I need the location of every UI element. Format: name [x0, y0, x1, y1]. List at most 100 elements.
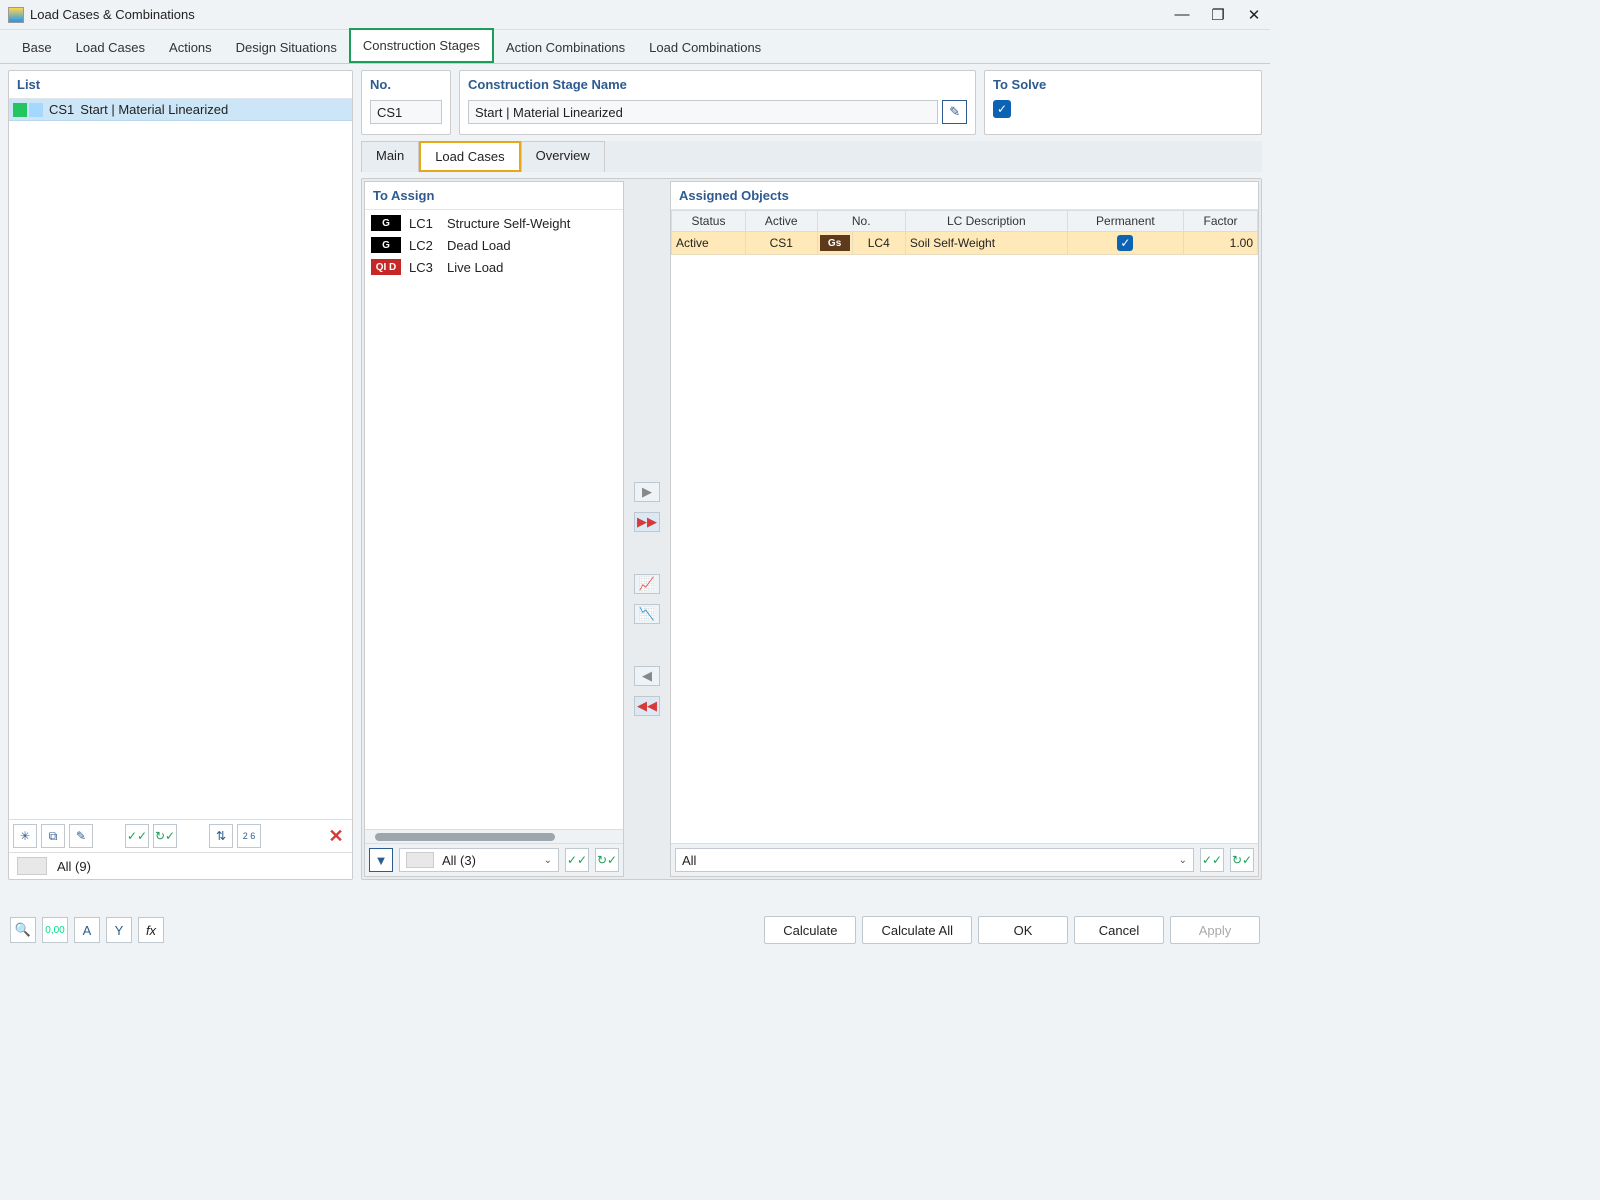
- assign-row[interactable]: QI D LC3 Live Load: [371, 256, 617, 278]
- main-tabbar: Base Load Cases Actions Design Situation…: [0, 30, 1270, 64]
- tab-load-combinations[interactable]: Load Combinations: [637, 32, 773, 63]
- new-button[interactable]: ✳: [13, 824, 37, 848]
- calculate-all-button[interactable]: Calculate All: [862, 916, 972, 944]
- list-item-name: Start | Material Linearized: [80, 102, 228, 117]
- delete-button[interactable]: ✕: [324, 824, 348, 848]
- check-all-button[interactable]: ✓✓: [125, 824, 149, 848]
- fx-icon[interactable]: fx: [138, 917, 164, 943]
- status-chip-green: [13, 103, 27, 117]
- edit-name-button[interactable]: ✎: [942, 100, 967, 124]
- lc-desc: Dead Load: [447, 238, 511, 253]
- assign-refresh[interactable]: ↻✓: [595, 848, 619, 872]
- subtab-main[interactable]: Main: [361, 141, 419, 172]
- list-panel: List CS1 Start | Material Linearized ✳ ⧉…: [8, 70, 353, 880]
- sort-button[interactable]: ⇅: [209, 824, 233, 848]
- solve-checkbox[interactable]: ✓: [993, 100, 1011, 118]
- assign-row[interactable]: G LC1 Structure Self-Weight: [371, 212, 617, 234]
- no-card: No.: [361, 70, 451, 135]
- lc-tag: G: [371, 215, 401, 231]
- tab-actions[interactable]: Actions: [157, 32, 224, 63]
- move-all-left-button[interactable]: ◀◀: [634, 696, 660, 716]
- name-label: Construction Stage Name: [468, 75, 967, 100]
- status-chip-blue: [29, 103, 43, 117]
- units-icon[interactable]: 0,00: [42, 917, 68, 943]
- move-all-right-button[interactable]: ▶▶: [634, 512, 660, 532]
- window-title: Load Cases & Combinations: [30, 7, 1174, 22]
- assign-filter-combo[interactable]: All (3) ⌄: [399, 848, 559, 872]
- list-item[interactable]: CS1 Start | Material Linearized: [9, 99, 352, 121]
- assigned-filter-bar: All⌄ ✓✓ ↻✓: [671, 843, 1258, 876]
- col-factor[interactable]: Factor: [1184, 211, 1258, 232]
- tab-action-combinations[interactable]: Action Combinations: [494, 32, 637, 63]
- filter-icon[interactable]: ▼: [369, 848, 393, 872]
- chart-up-icon[interactable]: 📈: [634, 574, 660, 594]
- move-left-button[interactable]: ◀: [634, 666, 660, 686]
- cell-no: LC4: [852, 232, 905, 255]
- col-active[interactable]: Active: [745, 211, 817, 232]
- lc-code: LC2: [409, 238, 439, 253]
- footer: 🔍 0,00 A Y fx Calculate Calculate All OK…: [0, 908, 1270, 952]
- lc-code: LC1: [409, 216, 439, 231]
- tab-construction-stages[interactable]: Construction Stages: [349, 28, 494, 63]
- assign-scrollbar[interactable]: [365, 829, 623, 843]
- col-permanent[interactable]: Permanent: [1067, 211, 1183, 232]
- filter-icon[interactable]: Y: [106, 917, 132, 943]
- chart-down-icon[interactable]: 📉: [634, 604, 660, 624]
- app-icon: [8, 7, 24, 23]
- assign-filter-bar: ▼ All (3) ⌄ ✓✓ ↻✓: [365, 843, 623, 876]
- tab-design-situations[interactable]: Design Situations: [224, 32, 349, 63]
- cell-permanent[interactable]: ✓: [1067, 232, 1183, 255]
- tab-load-cases[interactable]: Load Cases: [64, 32, 157, 63]
- cell-tag: Gs: [820, 235, 850, 251]
- list-toolbar: ✳ ⧉ ✎ ✓✓ ↻✓ ⇅ 2 6 ✕: [9, 819, 352, 852]
- col-no[interactable]: No.: [817, 211, 905, 232]
- no-input[interactable]: [370, 100, 442, 124]
- name-card: Construction Stage Name ✎: [459, 70, 976, 135]
- list-item-code: CS1: [49, 102, 74, 117]
- col-status[interactable]: Status: [672, 211, 746, 232]
- help-icon[interactable]: 🔍: [10, 917, 36, 943]
- cell-factor: 1.00: [1184, 232, 1258, 255]
- lc-tag: QI D: [371, 259, 401, 275]
- subtab-load-cases[interactable]: Load Cases: [419, 141, 520, 172]
- assigned-checkall[interactable]: ✓✓: [1200, 848, 1224, 872]
- no-label: No.: [370, 75, 442, 100]
- list-all-bar[interactable]: All (9): [9, 852, 352, 879]
- text-icon[interactable]: A: [74, 917, 100, 943]
- number-button[interactable]: 2 6: [237, 824, 261, 848]
- move-right-button[interactable]: ▶: [634, 482, 660, 502]
- list-body[interactable]: CS1 Start | Material Linearized: [9, 99, 352, 819]
- maximize-button[interactable]: ❐: [1210, 7, 1226, 23]
- copy-button[interactable]: ⧉: [41, 824, 65, 848]
- assigned-filter-combo[interactable]: All⌄: [675, 848, 1194, 872]
- tab-base[interactable]: Base: [10, 32, 64, 63]
- solve-card: To Solve ✓: [984, 70, 1262, 135]
- close-button[interactable]: ✕: [1246, 7, 1262, 23]
- cancel-button[interactable]: Cancel: [1074, 916, 1164, 944]
- ok-button[interactable]: OK: [978, 916, 1068, 944]
- all-swatch: [17, 857, 47, 875]
- assign-row[interactable]: G LC2 Dead Load: [371, 234, 617, 256]
- titlebar: Load Cases & Combinations — ❐ ✕: [0, 0, 1270, 30]
- assigned-table-wrap[interactable]: Status Active No. LC Description Permane…: [671, 210, 1258, 843]
- assign-checkall[interactable]: ✓✓: [565, 848, 589, 872]
- all-label: All (9): [57, 859, 91, 874]
- lc-desc: Live Load: [447, 260, 503, 275]
- apply-button: Apply: [1170, 916, 1260, 944]
- subtab-bar: Main Load Cases Overview: [361, 141, 1262, 172]
- calculate-button[interactable]: Calculate: [764, 916, 856, 944]
- edit-button[interactable]: ✎: [69, 824, 93, 848]
- subtab-overview[interactable]: Overview: [521, 141, 605, 172]
- minimize-button[interactable]: —: [1174, 7, 1190, 23]
- name-input[interactable]: [468, 100, 938, 124]
- assigned-refresh[interactable]: ↻✓: [1230, 848, 1254, 872]
- lc-tag: G: [371, 237, 401, 253]
- cell-desc: Soil Self-Weight: [905, 232, 1067, 255]
- col-desc[interactable]: LC Description: [905, 211, 1067, 232]
- transfer-buttons: ▶ ▶▶ 📈 📉 ◀ ◀◀: [628, 181, 666, 877]
- to-assign-body[interactable]: G LC1 Structure Self-Weight G LC2 Dead L…: [365, 210, 623, 829]
- table-row[interactable]: Active CS1 Gs LC4 Soil Self-Weight ✓ 1.0…: [672, 232, 1258, 255]
- assigned-panel: Assigned Objects Status Active No. LC De…: [670, 181, 1259, 877]
- assigned-header: Assigned Objects: [671, 182, 1258, 210]
- refresh-check-button[interactable]: ↻✓: [153, 824, 177, 848]
